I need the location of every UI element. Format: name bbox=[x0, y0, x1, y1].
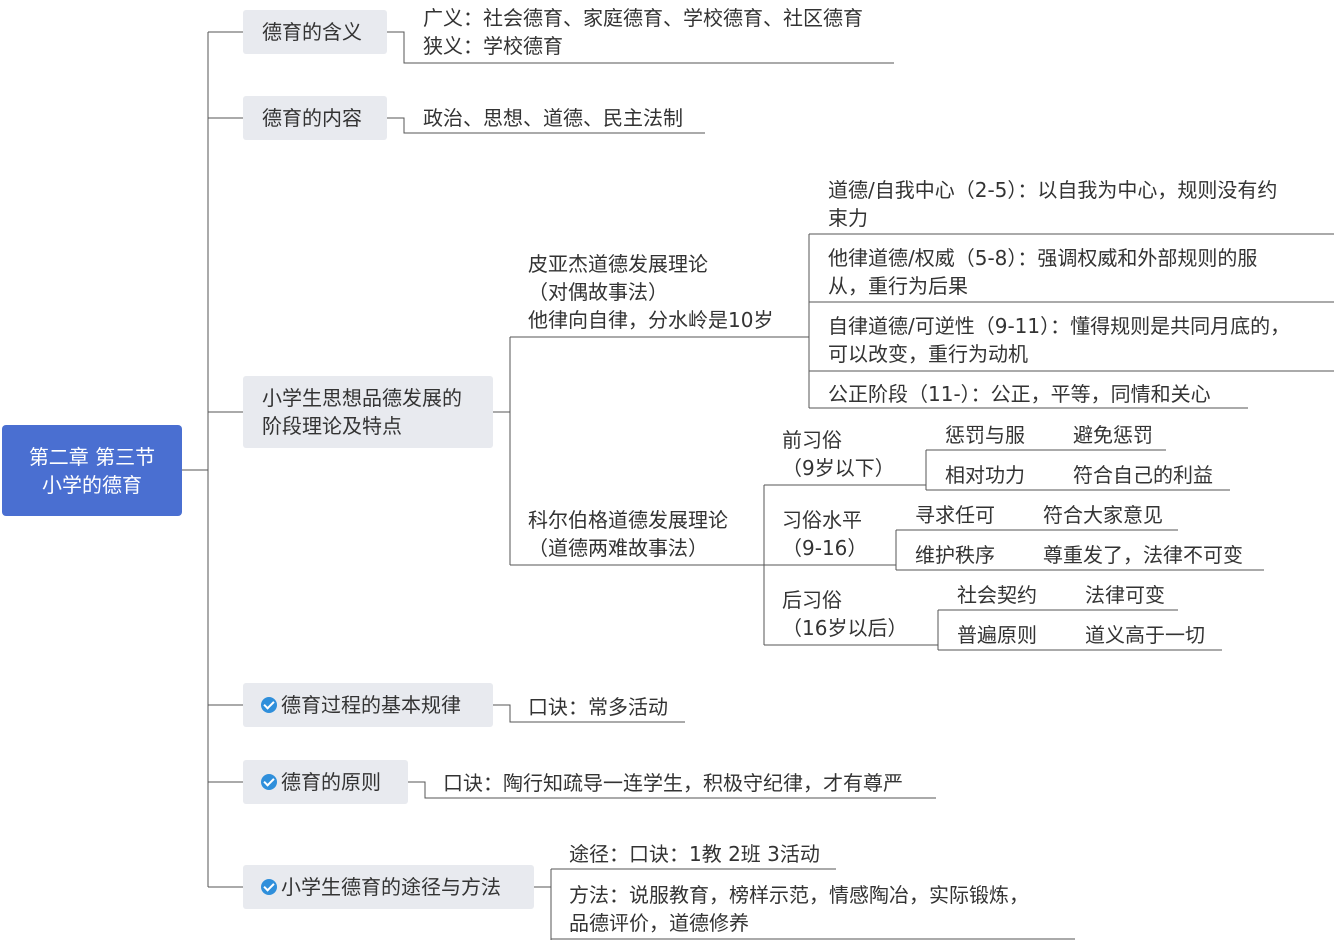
branch-law[interactable]: 德育过程的基本规律 bbox=[243, 683, 493, 727]
kohlberg-stage-4b[interactable]: 尊重发了，法律不可变 bbox=[1043, 541, 1243, 569]
kohlberg-level-1-age: （9岁以下） bbox=[782, 456, 895, 480]
branch-label: 小学生德育的途径与方法 bbox=[281, 875, 501, 899]
meaning-broad[interactable]: 广义：社会德育、家庭德育、学校德育、社区德育 bbox=[423, 4, 863, 32]
piaget-stage-2-line2: 从，重行为后果 bbox=[828, 274, 968, 298]
method-methods-line2: 品德评价，道德修养 bbox=[569, 911, 749, 935]
kohlberg-stage-6b[interactable]: 道义高于一切 bbox=[1085, 621, 1205, 649]
kohlberg-stage-5a[interactable]: 社会契约 bbox=[957, 581, 1037, 609]
kohlberg-subtitle: （道德两难故事法） bbox=[528, 536, 708, 560]
kohlberg-stage-1b[interactable]: 避免惩罚 bbox=[1073, 421, 1153, 449]
piaget-stage-1-line2: 束力 bbox=[828, 206, 868, 230]
piaget-subtitle: （对偶故事法） bbox=[528, 280, 668, 304]
method-way[interactable]: 途径：口诀：1教 2班 3活动 bbox=[569, 840, 820, 868]
piaget-stage-1-line1[interactable]: 道德/自我中心（2-5）：以自我为中心，规则没有约 bbox=[828, 176, 1277, 204]
branch-label: 德育的原则 bbox=[281, 770, 381, 794]
check-icon bbox=[261, 774, 277, 790]
branch-theory[interactable]: 小学生思想品德发展的 阶段理论及特点 bbox=[243, 376, 493, 448]
kohlberg-level-3-age: （16岁以后） bbox=[782, 616, 908, 640]
branch-meaning[interactable]: 德育的含义 bbox=[243, 10, 387, 54]
content-text[interactable]: 政治、思想、道德、民主法制 bbox=[423, 104, 683, 132]
kohlberg-stage-4a[interactable]: 维护秩序 bbox=[915, 541, 995, 569]
branch-content[interactable]: 德育的内容 bbox=[243, 96, 387, 140]
piaget-stage-3-line1[interactable]: 自律道德/可逆性（9-11）：懂得规则是共同月底的， bbox=[828, 312, 1290, 340]
branch-principle[interactable]: 德育的原则 bbox=[243, 760, 408, 804]
kohlberg-title[interactable]: 科尔伯格道德发展理论 bbox=[528, 506, 728, 534]
law-text[interactable]: 口诀：常多活动 bbox=[528, 693, 668, 721]
kohlberg-level-2-age: （9-16） bbox=[782, 536, 868, 560]
kohlberg-level-2-name[interactable]: 习俗水平 bbox=[782, 506, 862, 534]
kohlberg-stage-5b[interactable]: 法律可变 bbox=[1085, 581, 1165, 609]
root-topic[interactable]: 第二章 第三节 小学的德育 bbox=[2, 425, 182, 516]
meaning-narrow[interactable]: 狭义：学校德育 bbox=[423, 32, 563, 60]
piaget-stage-3-line2: 可以改变，重行为动机 bbox=[828, 342, 1028, 366]
piaget-title[interactable]: 皮亚杰道德发展理论 bbox=[528, 250, 708, 278]
kohlberg-stage-3a[interactable]: 寻求任可 bbox=[915, 501, 995, 529]
kohlberg-stage-2a[interactable]: 相对功力 bbox=[945, 461, 1025, 489]
piaget-stage-4-line1[interactable]: 公正阶段（11-）：公正，平等，同情和关心 bbox=[828, 380, 1211, 408]
kohlberg-stage-1a[interactable]: 惩罚与服 bbox=[945, 421, 1025, 449]
check-icon bbox=[261, 879, 277, 895]
piaget-stage-2-line1[interactable]: 他律道德/权威（5-8）：强调权威和外部规则的服 bbox=[828, 244, 1257, 272]
branch-method[interactable]: 小学生德育的途径与方法 bbox=[243, 865, 534, 909]
branch-label: 德育过程的基本规律 bbox=[281, 693, 461, 717]
check-icon bbox=[261, 697, 277, 713]
kohlberg-stage-3b[interactable]: 符合大家意见 bbox=[1043, 501, 1163, 529]
kohlberg-stage-2b[interactable]: 符合自己的利益 bbox=[1073, 461, 1213, 489]
kohlberg-level-3-name[interactable]: 后习俗 bbox=[782, 586, 842, 614]
method-methods-line1[interactable]: 方法：说服教育，榜样示范，情感陶冶，实际锻炼， bbox=[569, 881, 1029, 909]
kohlberg-stage-6a[interactable]: 普遍原则 bbox=[957, 621, 1037, 649]
kohlberg-level-1-name[interactable]: 前习俗 bbox=[782, 426, 842, 454]
principle-text[interactable]: 口诀：陶行知疏导一连学生，积极守纪律，才有尊严 bbox=[443, 769, 903, 797]
piaget-note: 他律向自律，分水岭是10岁 bbox=[528, 308, 774, 332]
